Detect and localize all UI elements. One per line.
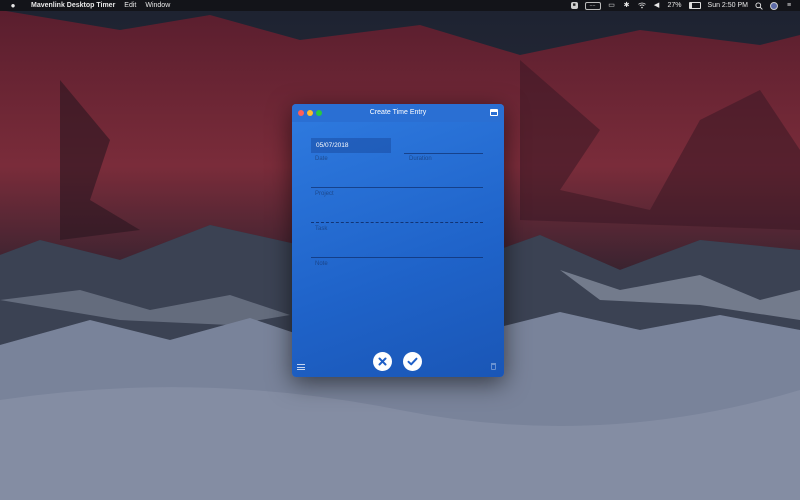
status-area: ■ −− ▭ ✱ ◀ 27% Sun 2:50 PM ≡: [570, 0, 800, 11]
note-label: Note: [315, 261, 328, 267]
menu-window[interactable]: Window: [145, 0, 170, 11]
window-titlebar[interactable]: Create Time Entry: [292, 104, 504, 122]
date-value: 05/07/2018: [316, 142, 349, 149]
cancel-button[interactable]: [373, 352, 392, 371]
window-title: Create Time Entry: [369, 109, 427, 116]
confirm-button[interactable]: [403, 352, 422, 371]
airplay-icon[interactable]: ▭: [608, 2, 616, 10]
checkmark-icon: [407, 357, 418, 366]
window-toggle-icon[interactable]: [490, 109, 498, 116]
note-field-underline[interactable]: [311, 257, 483, 258]
volume-icon[interactable]: ◀: [653, 2, 661, 10]
task-label: Task: [315, 226, 328, 232]
wifi-icon[interactable]: [637, 2, 646, 10]
toggle-status-icon[interactable]: −−: [584, 1, 601, 10]
clock[interactable]: Sun 2:50 PM: [708, 0, 748, 11]
spotlight-search-icon[interactable]: [755, 1, 763, 10]
menu-bar: ● Mavenlink Desktop Timer Edit Window ■ …: [0, 0, 800, 11]
timer-status-icon[interactable]: ■: [570, 2, 578, 9]
user-avatar-icon[interactable]: [770, 1, 778, 10]
duration-label: Duration: [409, 156, 432, 162]
battery-percent: 27%: [667, 2, 682, 9]
apple-logo-icon[interactable]: ●: [9, 0, 17, 11]
close-x-icon: [378, 357, 387, 366]
menu-edit[interactable]: Edit: [124, 0, 136, 11]
hamburger-menu-icon[interactable]: [297, 364, 305, 370]
trash-icon[interactable]: [491, 363, 496, 370]
date-label: Date: [315, 156, 328, 162]
project-label: Project: [315, 191, 334, 197]
duration-field-underline[interactable]: [404, 153, 483, 154]
bluetooth-icon[interactable]: ✱: [623, 2, 631, 10]
task-field-underline[interactable]: [311, 222, 483, 223]
project-field-underline[interactable]: [311, 187, 483, 188]
app-name-menu[interactable]: Mavenlink Desktop Timer: [31, 0, 115, 11]
create-time-entry-window: Create Time Entry 05/07/2018 Date Durati…: [292, 104, 504, 377]
notification-center-icon[interactable]: ≡: [785, 2, 793, 10]
date-field[interactable]: 05/07/2018: [311, 138, 391, 153]
battery-icon[interactable]: [688, 2, 701, 9]
